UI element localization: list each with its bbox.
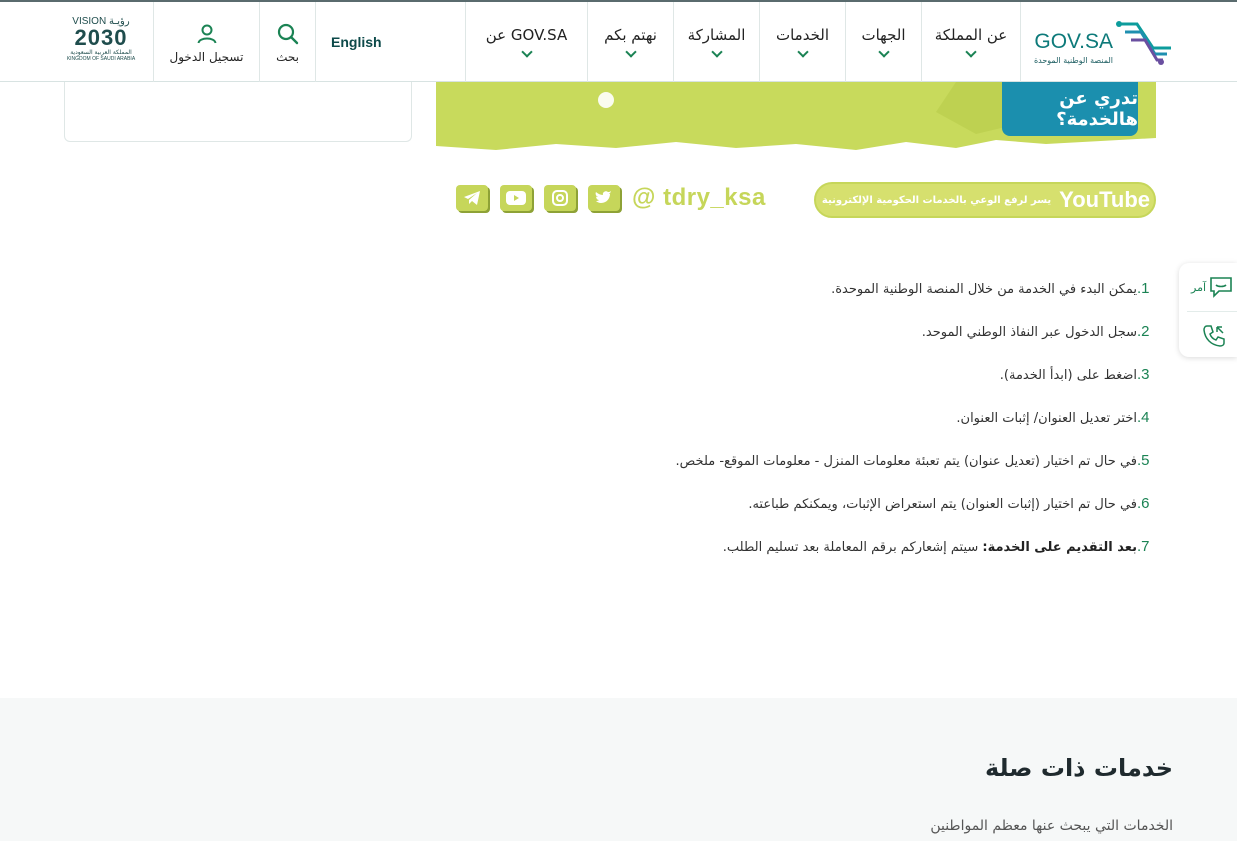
steps-list: 1. يمكن البدء في الخدمة من خلال المنصة ا…	[473, 280, 1173, 581]
search-button[interactable]: بحث	[259, 2, 316, 82]
step-number: 4.	[1137, 409, 1150, 426]
login-button[interactable]: تسجيل الدخول	[153, 2, 259, 82]
step-text: في حال تم اختيار (تعديل عنوان) يتم تعبئة…	[675, 454, 1138, 469]
vision-sub-text: المملكة العربية السعودية	[70, 49, 132, 56]
instagram-link[interactable]	[544, 185, 576, 211]
chevron-down-icon	[520, 46, 533, 58]
chevron-down-icon	[796, 46, 809, 58]
call-button[interactable]	[1179, 313, 1237, 357]
step-number: 6.	[1137, 495, 1150, 512]
main-nav: عن المملكة الجهات الخدمات المشاركة نهتم …	[465, 2, 1021, 82]
youtube-link[interactable]	[500, 185, 532, 211]
instagram-icon	[552, 190, 568, 206]
chat-icon	[1210, 277, 1232, 298]
search-icon	[277, 23, 298, 45]
twitter-link[interactable]	[588, 185, 620, 211]
nav-label: نهتم بكم	[604, 26, 657, 44]
youtube-promo-text: يسر لرفع الوعي بالخدمات الحكومية الإلكتر…	[821, 194, 1052, 206]
govsa-logo-mark-icon	[1116, 21, 1171, 65]
nav-label: عن المملكة	[934, 26, 1008, 44]
search-label: بحث	[276, 50, 299, 64]
related-services-section: خدمات ذات صلة الخدمات التي يبحث عنها معظ…	[0, 698, 1237, 841]
nav-label: الخدمات	[775, 26, 830, 44]
amr-chat-button[interactable]: آمر	[1179, 263, 1237, 311]
related-services-title: خدمات ذات صلة	[984, 754, 1173, 782]
list-item: 5. في حال تم اختيار (تعديل عنوان) يتم تع…	[473, 452, 1173, 495]
chevron-down-icon	[965, 46, 977, 58]
nav-item-services[interactable]: الخدمات	[759, 2, 845, 82]
vision-year: 2030	[74, 25, 128, 50]
phone-icon	[1203, 325, 1225, 347]
youtube-promo-banner[interactable]: يسر لرفع الوعي بالخدمات الحكومية الإلكتر…	[814, 182, 1156, 218]
nav-item-we-care[interactable]: نهتم بكم	[587, 2, 673, 82]
list-item: 4. اختر تعديل العنوان/ إثبات العنوان.	[473, 409, 1173, 452]
nav-item-about-govsa[interactable]: عن GOV.SA	[465, 2, 587, 82]
step-number: 3.	[1137, 366, 1150, 383]
social-row: @ tdry_ksa يسر لرفع الوعي بالخدمات الحكو…	[436, 182, 1156, 218]
logo-text: GOV.SA	[1034, 30, 1113, 53]
side-card	[64, 82, 412, 142]
step-number: 2.	[1137, 323, 1150, 340]
chevron-down-icon	[877, 46, 890, 58]
vision-2030-logo: VISION رؤيـة 2030 المملكة العربية السعود…	[62, 16, 140, 72]
list-item: 3. اضغط على (ابدأ الخدمة).	[473, 366, 1173, 409]
step-rest-text: سيتم إشعاركم برقم المعاملة بعد تسليم الط…	[722, 540, 983, 555]
youtube-logo-text: YouTube	[1059, 187, 1150, 212]
user-icon	[197, 24, 216, 44]
step-number: 1.	[1137, 280, 1150, 297]
tdry-badge: تدري عن هالخدمة؟	[1002, 82, 1138, 136]
step-text: يمكن البدء في الخدمة من خلال المنصة الوط…	[831, 282, 1137, 297]
twitter-icon	[595, 191, 612, 203]
logo-subtitle: المنصة الوطنية الموحدة	[1033, 56, 1113, 65]
nav-label: المشاركة	[687, 26, 746, 44]
step-number: 7.	[1137, 538, 1150, 555]
social-handle: @ tdry_ksa	[632, 184, 766, 211]
telegram-link[interactable]	[456, 185, 488, 211]
step-bold-text: بعد التقديم على الخدمة:	[982, 540, 1137, 555]
step-text: اختر تعديل العنوان/ إثبات العنوان.	[956, 411, 1137, 426]
amr-label: آمر	[1191, 281, 1207, 294]
nav-item-about-kingdom[interactable]: عن المملكة	[921, 2, 1021, 82]
vision-sub-en-text: KINGDOM OF SAUDI ARABIA	[66, 56, 136, 62]
nav-label: الجهات	[861, 26, 906, 44]
login-label: تسجيل الدخول	[169, 50, 244, 64]
widget-divider	[1187, 311, 1237, 312]
nav-label: عن GOV.SA	[485, 26, 568, 44]
step-text: بعد التقديم على الخدمة: سيتم إشعاركم برق…	[723, 540, 1137, 555]
step-text: في حال تم اختيار (إثبات العنوان) يتم است…	[748, 497, 1137, 512]
list-item: 2. سجل الدخول عبر النفاذ الوطني الموحد.	[473, 323, 1173, 366]
step-text: سجل الدخول عبر النفاذ الوطني الموحد.	[921, 325, 1137, 340]
related-services-subtitle: الخدمات التي يبحث عنها معظم المواطنين	[930, 818, 1173, 834]
chevron-down-icon	[624, 46, 637, 58]
govsa-logo[interactable]: GOV.SA المنصة الوطنية الموحدة	[1025, 16, 1175, 70]
list-item: 6. في حال تم اختيار (إثبات العنوان) يتم …	[473, 495, 1173, 538]
step-number: 5.	[1137, 452, 1150, 469]
language-switch[interactable]: English	[316, 2, 464, 82]
nav-item-entities[interactable]: الجهات	[845, 2, 921, 82]
youtube-icon	[506, 191, 526, 205]
list-item: 1. يمكن البدء في الخدمة من خلال المنصة ا…	[473, 280, 1173, 323]
tdry-banner-image: تدري عن هالخدمة؟	[436, 82, 1156, 152]
floating-help-widget: آمر	[1179, 263, 1237, 357]
nav-item-participation[interactable]: المشاركة	[673, 2, 759, 82]
tdry-badge-text: تدري عن هالخدمة؟	[1056, 88, 1138, 130]
step-text: اضغط على (ابدأ الخدمة).	[999, 368, 1137, 383]
list-item: 7. بعد التقديم على الخدمة: سيتم إشعاركم …	[473, 538, 1173, 581]
chevron-down-icon	[710, 46, 723, 58]
telegram-icon	[464, 191, 480, 205]
